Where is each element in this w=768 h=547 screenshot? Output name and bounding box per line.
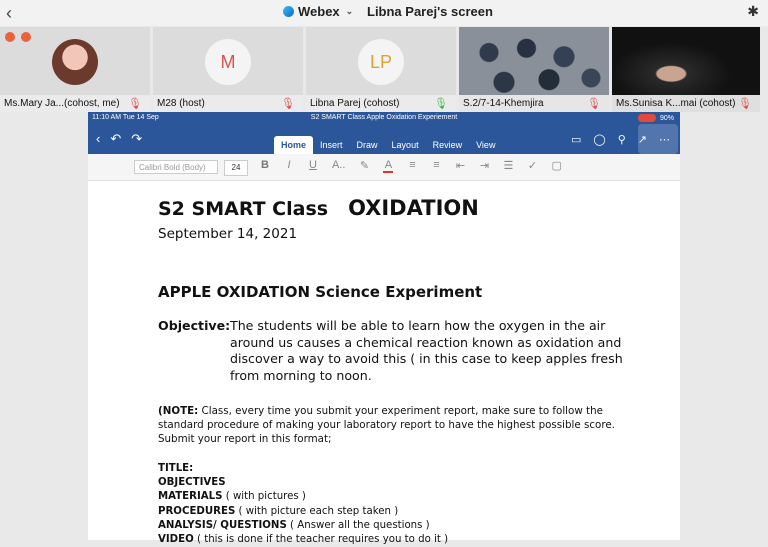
bullets-icon[interactable]: ≡ xyxy=(407,159,417,173)
italic-icon[interactable]: I xyxy=(284,159,294,173)
tab-insert[interactable]: Insert xyxy=(313,136,350,154)
lightbulb-icon[interactable]: ◯ xyxy=(593,133,605,146)
font-name-field[interactable]: Calibri Bold (Body) xyxy=(134,160,218,174)
search-icon[interactable]: ⚲ xyxy=(618,133,626,146)
text-effects-icon[interactable]: A.. xyxy=(332,159,345,173)
mute-badge-icon xyxy=(5,32,15,42)
shared-screen: 11:10 AM Tue 14 Sep S2 SMART Class Apple… xyxy=(88,112,680,545)
underline-icon[interactable]: U xyxy=(308,159,318,173)
decrease-indent-icon[interactable]: ⇤ xyxy=(455,159,465,173)
participant-tile[interactable]: M M28 (host) 🎙 xyxy=(153,27,303,112)
participant-tile[interactable]: Ms.Sunisa K...mai (cohost) 🎙 xyxy=(612,27,760,112)
mic-muted-icon: 🎙 xyxy=(128,98,142,110)
list-item: PROCEDURES ( with picture each step take… xyxy=(158,505,399,517)
webex-top-bar: ‹ Webex ⌄ Libna Parej's screen ✱ xyxy=(0,0,768,26)
redo-icon[interactable]: ↷ xyxy=(131,131,142,147)
participant-tile[interactable]: S.2/7-14-Khemjira 🎙 xyxy=(459,27,609,112)
font-color-icon[interactable]: A xyxy=(383,159,394,173)
tab-home[interactable]: Home xyxy=(274,136,314,154)
ribbon-tabs: Home Insert Draw Layout Review View xyxy=(274,136,502,154)
doc-filename: S2 SMART Class Apple Oxidation Experieme… xyxy=(310,114,458,121)
list-item: ANALYSIS/ QUESTIONS ( Answer all the que… xyxy=(158,519,430,531)
format-icons: B I U A.. ✎ A ≡ ≡ ⇤ ⇥ ☰ ✓ ▢ xyxy=(260,159,562,173)
tab-layout[interactable]: Layout xyxy=(385,136,426,154)
tab-review[interactable]: Review xyxy=(426,136,470,154)
mic-active-icon: 🎙 xyxy=(434,98,448,110)
note-paragraph: (NOTE: Class, every time you submit your… xyxy=(158,404,618,447)
shared-screen-title: Libna Parej's screen xyxy=(367,4,493,19)
list-item: VIDEO ( this is done if the teacher requ… xyxy=(158,534,449,546)
highlighter-icon[interactable]: ✎ xyxy=(359,159,369,173)
more-icon[interactable]: ⋯ xyxy=(659,133,670,146)
mic-muted-icon: 🎙 xyxy=(587,98,601,110)
webex-logo-icon xyxy=(283,6,294,17)
objective-label: Objective: xyxy=(158,318,231,333)
font-size-field[interactable]: 24 xyxy=(224,160,248,176)
list-item: TITLE: xyxy=(158,463,194,474)
webex-menu[interactable]: Webex ⌄ xyxy=(283,4,353,19)
report-format-list: TITLE: OBJECTIVES MATERIALS ( with pictu… xyxy=(158,462,448,547)
back-chevron-icon[interactable]: ‹ xyxy=(6,3,12,24)
document-title: S2 SMART Class OXIDATION xyxy=(158,196,479,220)
avatar: M xyxy=(205,39,251,85)
share-icon[interactable]: ↗ xyxy=(638,133,647,146)
styles-icon[interactable]: ☰ xyxy=(503,159,514,173)
webex-app-name: Webex xyxy=(298,4,340,19)
mic-muted-icon: 🎙 xyxy=(281,98,295,110)
numbering-icon[interactable]: ≡ xyxy=(431,159,441,173)
ribbon-tools: ▭ ◯ ⚲ ↗ ⋯ xyxy=(571,133,670,146)
back-icon[interactable]: ‹ xyxy=(96,131,100,147)
participants-strip: Ms.Mary Ja...(cohost, me) 🎙 M M28 (host)… xyxy=(0,27,768,112)
document-date: September 14, 2021 xyxy=(158,226,298,242)
format-toolbar: Calibri Bold (Body) 24 B I U A.. ✎ A ≡ ≡… xyxy=(88,154,680,181)
spelling-icon[interactable]: ✓ xyxy=(527,159,537,173)
participant-tile[interactable]: Ms.Mary Ja...(cohost, me) 🎙 xyxy=(0,27,150,112)
chevron-down-icon: ⌄ xyxy=(345,6,354,16)
mic-muted-icon: 🎙 xyxy=(738,98,752,110)
ipad-status-bar: 11:10 AM Tue 14 Sep S2 SMART Class Apple… xyxy=(88,112,680,124)
reaction-badges xyxy=(5,32,31,42)
increase-indent-icon[interactable]: ⇥ xyxy=(479,159,489,173)
status-badge-icon xyxy=(21,32,31,42)
title-class: S2 SMART Class xyxy=(158,198,329,220)
word-ribbon: ‹ ↶ ↷ Home Insert Draw Layout Review Vie… xyxy=(88,124,680,154)
undo-icon[interactable]: ↶ xyxy=(110,131,121,147)
ribbon-nav: ‹ ↶ ↷ xyxy=(96,131,142,147)
tab-view[interactable]: View xyxy=(469,136,502,154)
title-topic: OXIDATION xyxy=(348,196,479,220)
objective-paragraph: Objective: The students will be able to … xyxy=(158,318,628,384)
bluetooth-icon[interactable]: ✱ xyxy=(747,3,759,20)
document-heading: APPLE OXIDATION Science Experiment xyxy=(158,283,483,301)
tab-draw[interactable]: Draw xyxy=(350,136,385,154)
avatar: LP xyxy=(358,39,404,85)
list-item: MATERIALS ( with pictures ) xyxy=(158,491,306,503)
list-item: OBJECTIVES xyxy=(158,477,226,489)
avatar xyxy=(52,39,98,85)
recording-icon xyxy=(637,114,656,122)
participant-tile[interactable]: LP Libna Parej (cohost) 🎙 xyxy=(306,27,456,112)
phone-view-icon[interactable]: ▭ xyxy=(571,133,581,146)
objective-text: The students will be able to learn how t… xyxy=(230,318,623,383)
comments-icon[interactable]: ▢ xyxy=(551,159,561,173)
bold-icon[interactable]: B xyxy=(260,159,270,173)
note-text: Class, every time you submit your experi… xyxy=(158,405,615,446)
battery-level: 90% xyxy=(659,114,674,122)
note-label: (NOTE: xyxy=(158,405,199,417)
status-right: 90% xyxy=(637,114,674,122)
